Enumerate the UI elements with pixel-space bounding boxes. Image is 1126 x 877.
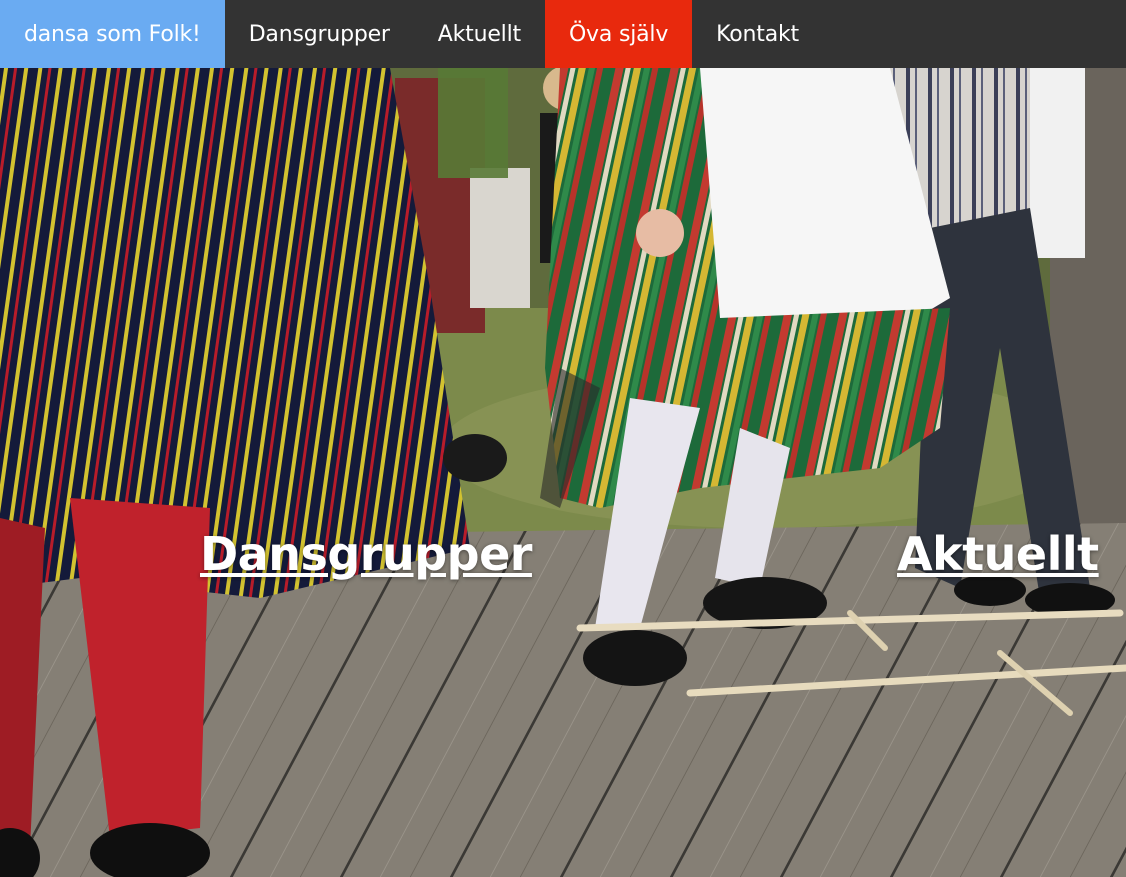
nav-item-ova-sjalv[interactable]: Öva själv — [544, 0, 693, 68]
nav-item-aktuellt[interactable]: Aktuellt — [414, 0, 545, 68]
hero-photo-folk-dancers — [0, 68, 1126, 877]
main-navigation: dansa som Folk! Dansgrupper Aktuellt Öva… — [0, 0, 1126, 68]
hero-image: Dansgrupper Aktuellt — [0, 68, 1126, 877]
brand-link[interactable]: dansa som Folk! — [0, 0, 225, 68]
hero-link-aktuellt[interactable]: Aktuellt — [897, 527, 1099, 581]
nav-item-kontakt[interactable]: Kontakt — [692, 0, 823, 68]
nav-item-dansgrupper[interactable]: Dansgrupper — [225, 0, 414, 68]
hero-link-dansgrupper[interactable]: Dansgrupper — [200, 527, 532, 581]
